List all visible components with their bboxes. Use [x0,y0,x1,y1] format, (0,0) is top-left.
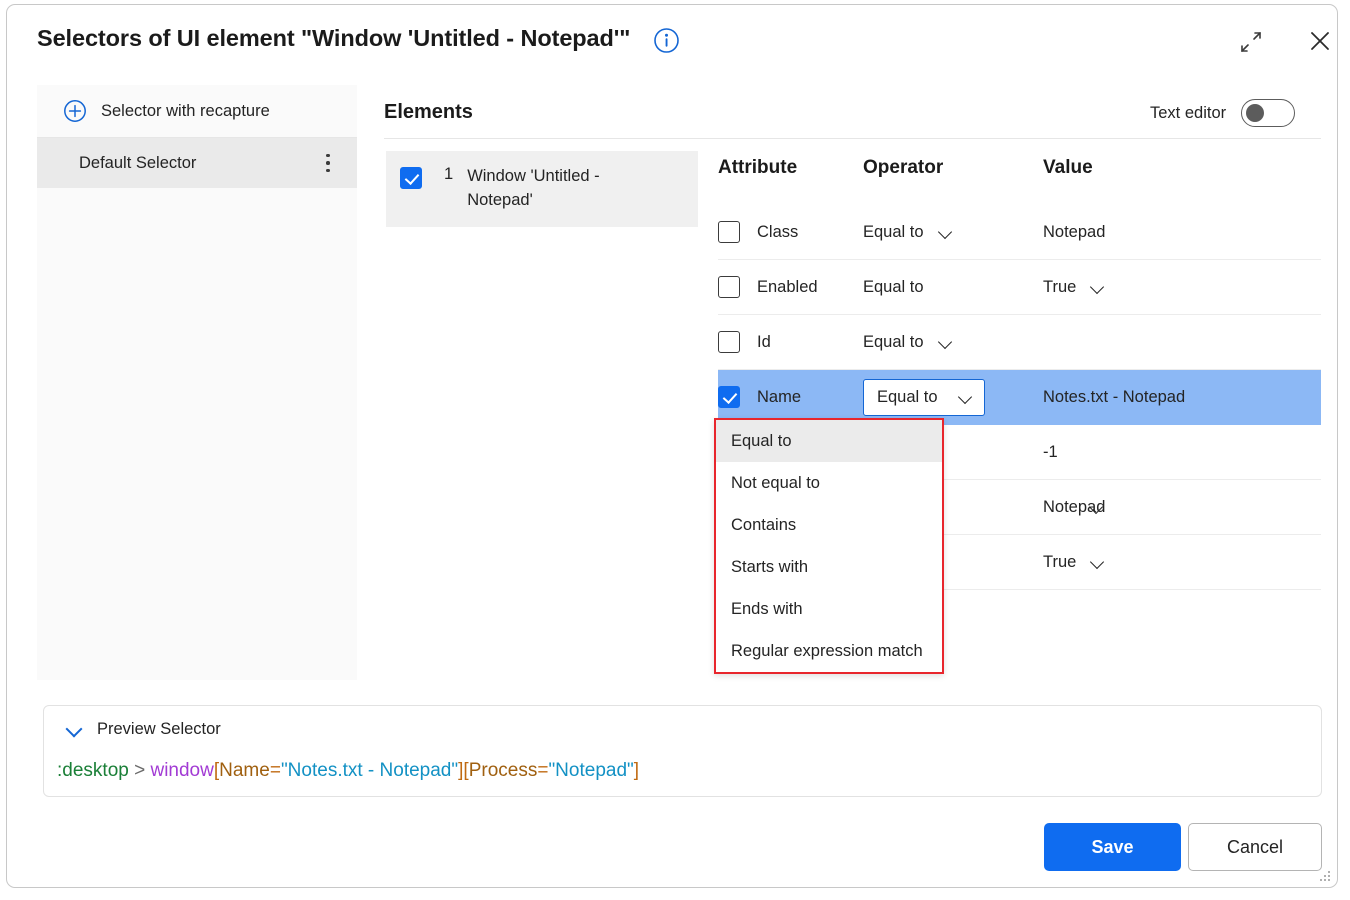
table-row[interactable]: Id Equal to [718,315,1321,370]
plus-circle-icon [63,99,87,123]
close-icon[interactable] [1301,22,1338,60]
token-tag: window [150,760,213,781]
more-vertical-icon[interactable] [319,151,337,175]
chevron-down-icon [958,392,975,402]
list-item[interactable]: 1 Window 'Untitled - Notepad' [386,151,698,227]
token-attr-name: Name [219,760,270,781]
attribute-checkbox[interactable] [718,386,740,408]
value-text: Notepad [1043,223,1105,242]
chevron-down-icon[interactable] [1090,282,1107,292]
token-desktop: :desktop [57,760,129,781]
elements-panel-title: Elements [384,101,473,124]
cancel-button[interactable]: Cancel [1188,823,1322,871]
attribute-cell: Enabled [718,276,863,298]
attribute-cell: Id [718,331,863,353]
selectors-sidebar: Selector with recapture Default Selector [37,85,357,680]
chevron-down-icon[interactable] [1089,502,1106,512]
operator-label: Equal to [863,278,924,297]
attribute-name: Name [757,388,801,407]
info-icon[interactable] [653,27,680,54]
value-cell[interactable]: -1 [1043,443,1321,462]
preview-selector-panel: Preview Selector :desktop > window[Name=… [43,705,1322,797]
attribute-checkbox[interactable] [718,221,740,243]
chevron-down-icon[interactable] [1090,557,1107,567]
chevron-down-icon [65,723,85,737]
menu-item-ends-with[interactable]: Ends with [716,588,942,630]
preview-selector-title: Preview Selector [97,720,221,739]
operator-cell[interactable]: Equal to [863,333,1043,352]
token-combinator: > [129,760,151,781]
operator-selected-value: Equal to [877,388,938,407]
value-cell[interactable]: Notes.txt - Notepad [1043,388,1321,407]
element-label: Window 'Untitled - Notepad' [467,165,657,213]
selector-with-recapture-label: Selector with recapture [101,102,270,121]
token-equals-2: = [537,760,548,781]
menu-item-regular-expression-match[interactable]: Regular expression match [716,630,942,672]
value-text: True [1043,278,1076,297]
table-row[interactable]: Enabled Equal to True [718,260,1321,315]
preview-selector-code: :desktop > window[Name="Notes.txt - Note… [57,760,639,782]
sidebar-item-default-selector[interactable]: Default Selector [37,138,357,188]
sidebar-item-label: Default Selector [79,154,319,173]
value-text: Notes.txt - Notepad [1043,388,1185,407]
table-row[interactable]: Name Equal to Notes.txt - Notepad [718,370,1321,425]
operator-cell[interactable]: Equal to [863,223,1043,242]
dialog-titlebar: Selectors of UI element "Window 'Untitle… [7,5,1337,77]
operator-cell: Equal to [863,379,1043,416]
token-equals-1: = [270,760,281,781]
menu-item-equal-to[interactable]: Equal to [716,420,942,462]
selector-dialog-window: Selectors of UI element "Window 'Untitle… [6,4,1338,888]
text-editor-toggle-group: Text editor [1150,99,1295,127]
elements-list: 1 Window 'Untitled - Notepad' [386,151,698,227]
attribute-checkbox[interactable] [718,331,740,353]
menu-item-not-equal-to[interactable]: Not equal to [716,462,942,504]
text-editor-label: Text editor [1150,104,1226,123]
toggle-knob [1246,104,1264,122]
column-header-value: Value [1043,157,1321,179]
token-process-value: "Notepad" [548,760,633,781]
operator-options-dropdown: Equal to Not equal to Contains Starts wi… [714,418,944,674]
save-button[interactable]: Save [1044,823,1181,871]
screenshot-root: Selectors of UI element "Window 'Untitle… [0,0,1350,900]
token-attr-value: "Notes.txt - Notepad" [281,760,458,781]
preview-selector-toggle[interactable]: Preview Selector [65,720,221,739]
token-process-name: Process [469,760,538,781]
attribute-name: Class [757,223,798,242]
value-text: -1 [1043,443,1058,462]
value-cell[interactable]: Notepad [1043,498,1321,517]
page-title: Selectors of UI element "Window 'Untitle… [37,25,630,52]
column-header-attribute: Attribute [718,157,863,179]
value-text: True [1043,553,1076,572]
chevron-down-icon[interactable] [938,227,955,237]
menu-item-starts-with[interactable]: Starts with [716,546,942,588]
operator-label: Equal to [863,223,924,242]
selector-with-recapture-button[interactable]: Selector with recapture [37,85,357,138]
attribute-cell: Class [718,221,863,243]
expand-icon[interactable] [1232,23,1270,61]
element-checkbox[interactable] [400,167,422,189]
table-header-row: Attribute Operator Value [718,157,1321,205]
text-editor-toggle[interactable] [1241,99,1295,127]
token-bracket-close-2: ] [634,760,639,781]
attribute-name: Enabled [757,278,818,297]
operator-dropdown-button[interactable]: Equal to [863,379,985,416]
menu-item-contains[interactable]: Contains [716,504,942,546]
element-index: 1 [444,165,453,184]
attribute-cell: Name [718,386,863,408]
value-cell[interactable]: True [1043,553,1321,572]
attribute-name: Id [757,333,771,352]
attribute-checkbox[interactable] [718,276,740,298]
operator-cell[interactable]: Equal to [863,278,1043,297]
operator-label: Equal to [863,333,924,352]
table-row[interactable]: Class Equal to Notepad [718,205,1321,260]
header-divider [384,138,1321,139]
resize-grip[interactable] [1316,867,1332,883]
value-cell[interactable]: True [1043,278,1321,297]
column-header-operator: Operator [863,157,1043,179]
chevron-down-icon[interactable] [938,337,955,347]
value-cell[interactable]: Notepad [1043,223,1321,242]
